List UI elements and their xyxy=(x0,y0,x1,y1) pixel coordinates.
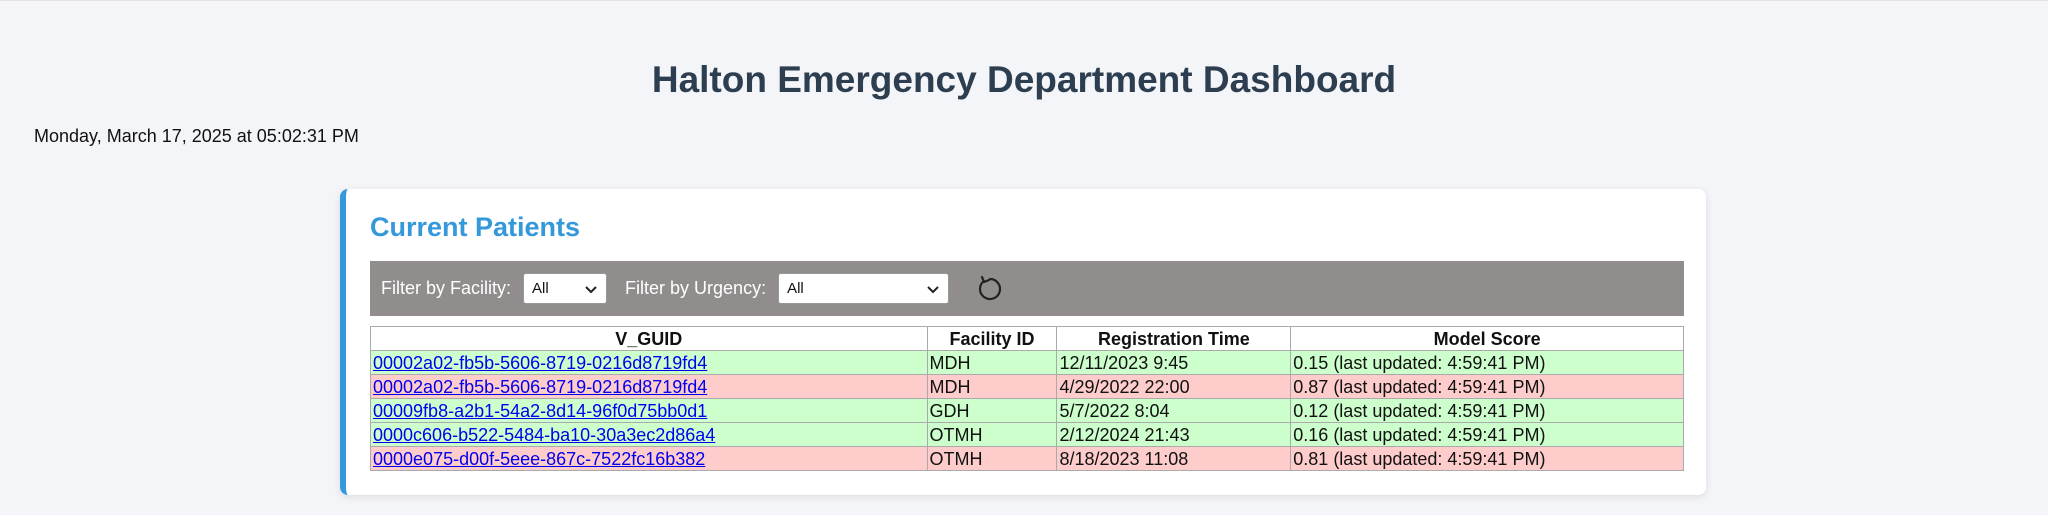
table-row: 00002a02-fb5b-5606-8719-0216d8719fd4 MDH… xyxy=(370,374,1684,399)
card-title: Current Patients xyxy=(370,212,581,242)
patients-card: Current Patients Filter by Facility: All… xyxy=(340,189,1706,495)
refresh-button[interactable] xyxy=(975,274,1005,304)
refresh-icon xyxy=(979,275,1002,300)
chevron-down-icon xyxy=(585,286,597,294)
patient-guid-link[interactable]: 00009fb8-a2b1-54a2-8d14-96f0d75bb0d1 xyxy=(373,401,707,421)
urgency-filter-value: All xyxy=(787,280,804,297)
facility-filter-select[interactable]: All xyxy=(523,273,608,304)
registration-time-cell: 4/29/2022 22:00 xyxy=(1056,374,1292,399)
guid-cell: 0000c606-b522-5484-ba10-30a3ec2d86a4 xyxy=(370,422,928,447)
column-header-facility-id[interactable]: Facility ID xyxy=(926,326,1058,351)
facility-cell: MDH xyxy=(926,374,1058,399)
facility-cell: MDH xyxy=(926,350,1058,375)
patient-guid-link[interactable]: 0000c606-b522-5484-ba10-30a3ec2d86a4 xyxy=(373,425,715,445)
patient-guid-link[interactable]: 00002a02-fb5b-5606-8719-0216d8719fd4 xyxy=(373,377,707,397)
model-score-cell: 0.16 (last updated: 4:59:41 PM) xyxy=(1290,422,1684,447)
model-score-cell: 0.15 (last updated: 4:59:41 PM) xyxy=(1290,350,1684,375)
table-row: 0000c606-b522-5484-ba10-30a3ec2d86a4 OTM… xyxy=(370,422,1684,447)
filter-bar: Filter by Facility: All Filter by Urgenc… xyxy=(370,261,1684,316)
guid-cell: 00009fb8-a2b1-54a2-8d14-96f0d75bb0d1 xyxy=(370,398,928,423)
registration-time-cell: 5/7/2022 8:04 xyxy=(1056,398,1292,423)
registration-time-cell: 8/18/2023 11:08 xyxy=(1056,446,1292,471)
column-header-v-guid[interactable]: V_GUID xyxy=(370,326,928,351)
facility-filter-value: All xyxy=(532,280,549,297)
facility-cell: OTMH xyxy=(926,446,1058,471)
facility-cell: OTMH xyxy=(926,422,1058,447)
column-header-registration-time[interactable]: Registration Time xyxy=(1056,326,1292,351)
guid-cell: 00002a02-fb5b-5606-8719-0216d8719fd4 xyxy=(370,374,928,399)
guid-cell: 00002a02-fb5b-5606-8719-0216d8719fd4 xyxy=(370,350,928,375)
patient-guid-link[interactable]: 0000e075-d00f-5eee-867c-7522fc16b382 xyxy=(373,449,705,469)
facility-cell: GDH xyxy=(926,398,1058,423)
urgency-filter-select[interactable]: All xyxy=(778,273,950,304)
model-score-cell: 0.12 (last updated: 4:59:41 PM) xyxy=(1290,398,1684,423)
registration-time-cell: 2/12/2024 21:43 xyxy=(1056,422,1292,447)
table-row: 00002a02-fb5b-5606-8719-0216d8719fd4 MDH… xyxy=(370,350,1684,375)
registration-time-cell: 12/11/2023 9:45 xyxy=(1056,350,1292,375)
table-header-row: V_GUID Facility ID Registration Time Mod… xyxy=(370,326,1684,351)
chevron-down-icon xyxy=(927,286,939,294)
table-row: 00009fb8-a2b1-54a2-8d14-96f0d75bb0d1 GDH… xyxy=(370,398,1684,423)
current-datetime: Monday, March 17, 2025 at 05:02:31 PM xyxy=(34,126,359,146)
patient-guid-link[interactable]: 00002a02-fb5b-5606-8719-0216d8719fd4 xyxy=(373,353,707,373)
model-score-cell: 0.81 (last updated: 4:59:41 PM) xyxy=(1290,446,1684,471)
table-row: 0000e075-d00f-5eee-867c-7522fc16b382 OTM… xyxy=(370,446,1684,471)
column-header-model-score[interactable]: Model Score xyxy=(1290,326,1684,351)
patients-table: V_GUID Facility ID Registration Time Mod… xyxy=(370,326,1684,471)
urgency-filter-label: Filter by Urgency: xyxy=(625,278,767,298)
page-title: Halton Emergency Department Dashboard xyxy=(651,59,1397,100)
guid-cell: 0000e075-d00f-5eee-867c-7522fc16b382 xyxy=(370,446,928,471)
model-score-cell: 0.87 (last updated: 4:59:41 PM) xyxy=(1290,374,1684,399)
facility-filter-label: Filter by Facility: xyxy=(381,278,512,298)
dashboard-page: Halton Emergency Department Dashboard Mo… xyxy=(0,0,2048,515)
